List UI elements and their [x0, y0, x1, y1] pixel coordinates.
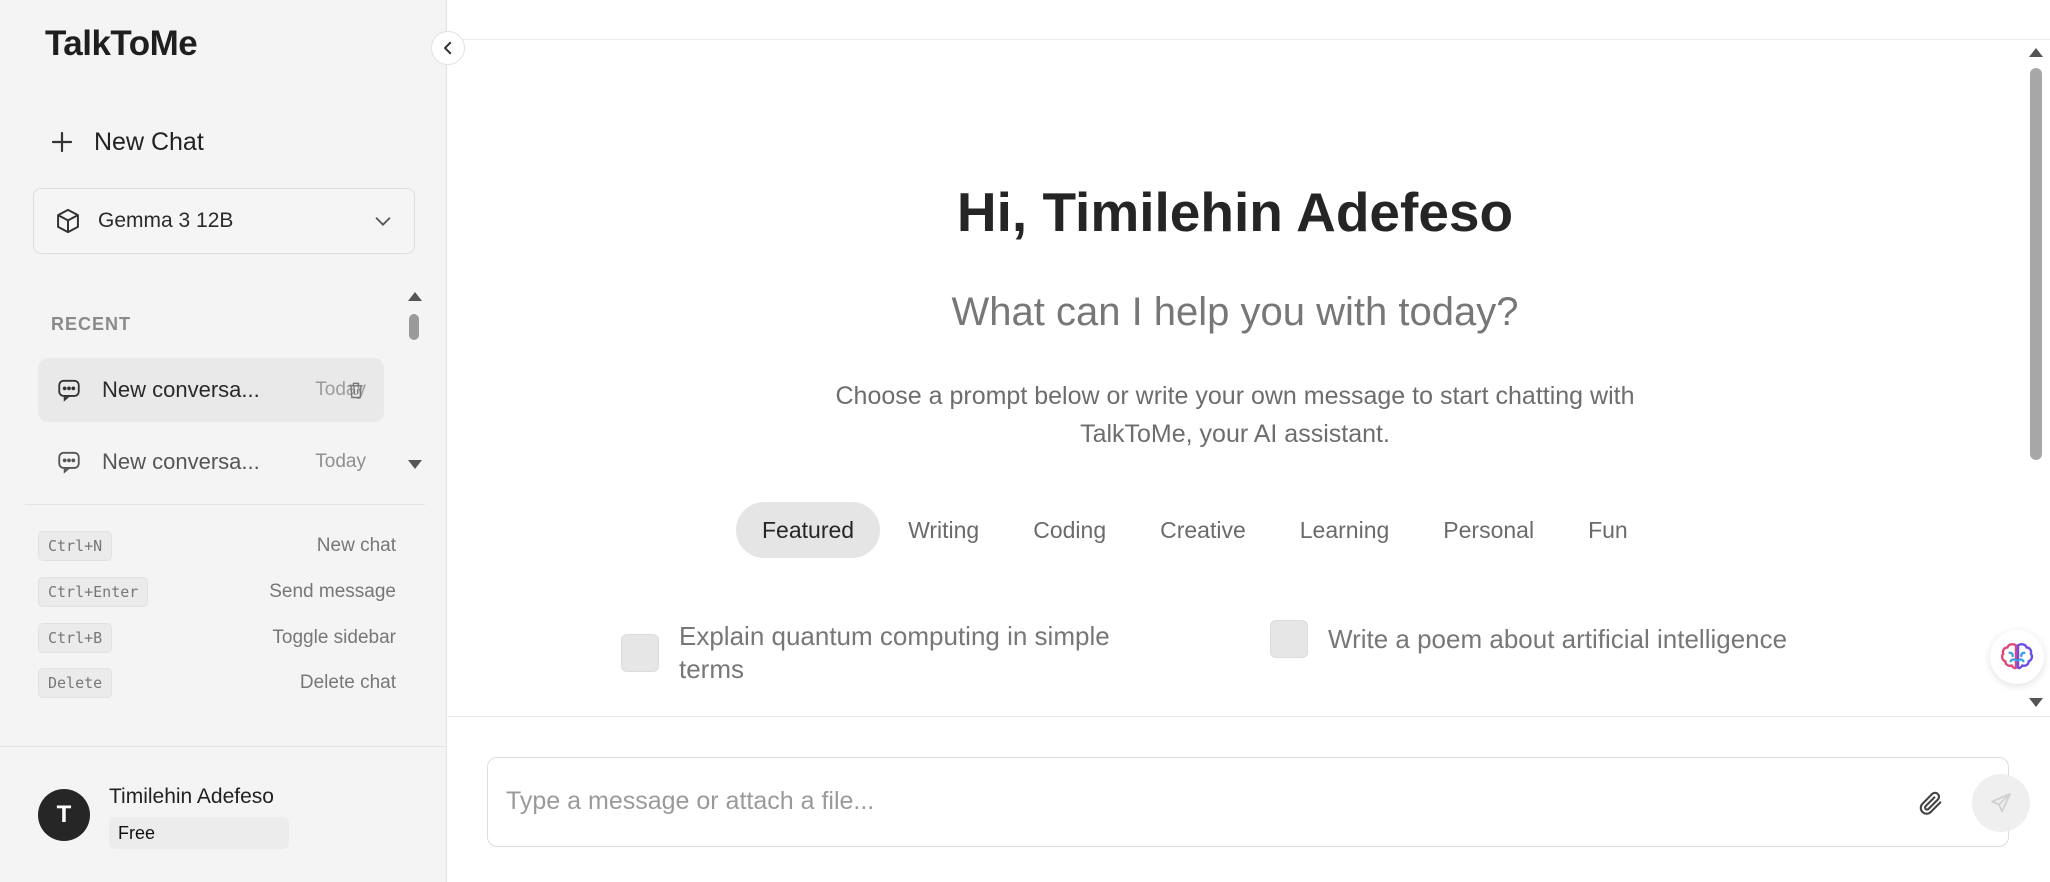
new-chat-label: New Chat	[94, 127, 204, 156]
conversation-item[interactable]: New conversa... Today	[38, 358, 384, 422]
plus-icon	[51, 131, 73, 153]
brain-assistant-button[interactable]	[1990, 630, 2044, 684]
send-button[interactable]	[1972, 774, 2030, 832]
prompt-icon-placeholder	[621, 634, 659, 672]
conversation-item[interactable]: New conversa... Today	[38, 430, 384, 494]
shortcut-key: Ctrl+Enter	[38, 577, 149, 607]
conversation-name: New conversa...	[102, 449, 260, 474]
message-composer	[487, 757, 2030, 847]
conversation-name: New conversa...	[102, 377, 260, 402]
scroll-up-arrow-icon[interactable]	[408, 292, 422, 301]
prompt-category-tabs: Featured Writing Coding Creative Learnin…	[736, 502, 1654, 558]
conversation-date: Today	[315, 451, 366, 472]
main-content: Hi, Timilehin Adefeso What can I help yo…	[448, 40, 2022, 716]
scroll-up-arrow-icon[interactable]	[2029, 48, 2043, 57]
shortcut-key: Ctrl+B	[38, 623, 113, 653]
tab-featured[interactable]: Featured	[736, 502, 881, 558]
new-chat-button[interactable]: New Chat	[50, 122, 204, 162]
greeting-subtitle: What can I help you with today?	[951, 290, 1519, 334]
chevron-left-icon	[444, 41, 452, 55]
tab-coding[interactable]: Coding	[1007, 502, 1132, 558]
chat-bubble-icon	[58, 379, 80, 402]
trash-icon[interactable]	[346, 380, 366, 400]
message-input[interactable]	[506, 778, 1806, 824]
divider	[25, 504, 425, 505]
shortcut-row: Ctrl+B Toggle sidebar	[38, 622, 396, 654]
user-profile[interactable]: T Timilehin Adefeso Free	[0, 746, 447, 882]
tab-fun[interactable]: Fun	[1562, 502, 1654, 558]
composer-area	[448, 716, 2050, 882]
recent-section-label: RECENT	[51, 314, 132, 334]
model-select[interactable]: Gemma 3 12B	[33, 188, 415, 254]
prompt-text: Write a poem about artificial intelligen…	[1328, 623, 1788, 654]
intro-text: Choose a prompt below or write your own …	[835, 382, 1635, 448]
prompt-icon-placeholder	[1270, 620, 1308, 658]
shortcut-label: New chat	[316, 535, 396, 556]
attach-file-button[interactable]	[1914, 786, 1948, 820]
top-bar	[448, 0, 2050, 40]
tab-creative[interactable]: Creative	[1134, 502, 1272, 558]
prompt-text: Explain quantum computing in simple term…	[679, 621, 1110, 684]
collapse-sidebar-button[interactable]	[431, 31, 465, 65]
scroll-down-arrow-icon[interactable]	[408, 460, 422, 469]
prompt-suggestion[interactable]: Write a poem about artificial intelligen…	[1270, 620, 1787, 658]
shortcut-row: Delete Delete chat	[38, 667, 396, 699]
user-name: Timilehin Adefeso	[109, 785, 274, 808]
shortcut-row: Ctrl+N New chat	[38, 530, 396, 562]
main-scrollbar[interactable]	[2022, 40, 2050, 716]
prompt-suggestion[interactable]: Explain quantum computing in simple term…	[621, 620, 1159, 686]
cube-icon	[57, 208, 79, 234]
paperclip-icon	[1919, 791, 1942, 815]
shortcut-key: Ctrl+N	[38, 531, 113, 561]
recent-scrollbar[interactable]	[407, 286, 422, 476]
scroll-down-arrow-icon[interactable]	[2029, 698, 2043, 707]
shortcut-label: Delete chat	[299, 672, 396, 693]
model-select-value: Gemma 3 12B	[98, 209, 234, 232]
chevron-down-icon	[375, 217, 391, 226]
brain-icon	[2000, 643, 2034, 670]
scroll-thumb[interactable]	[409, 314, 419, 340]
tab-personal[interactable]: Personal	[1417, 502, 1560, 558]
shortcut-key: Delete	[38, 668, 113, 698]
chat-bubble-icon	[58, 451, 80, 474]
sidebar: TalkToMe New Chat Gemma 3 12B RECENT New…	[0, 0, 447, 882]
greeting-heading: Hi, Timilehin Adefeso	[956, 181, 1514, 243]
scroll-thumb[interactable]	[2030, 68, 2042, 460]
avatar: T	[38, 789, 90, 841]
tab-learning[interactable]: Learning	[1274, 502, 1416, 558]
tab-writing[interactable]: Writing	[882, 502, 1005, 558]
shortcut-label: Toggle sidebar	[272, 627, 396, 648]
shortcut-label: Send message	[269, 581, 396, 602]
shortcut-row: Ctrl+Enter Send message	[38, 576, 396, 608]
send-icon	[1991, 793, 2011, 813]
plan-badge: Free	[109, 817, 289, 849]
app-title: TalkToMe	[45, 24, 198, 63]
